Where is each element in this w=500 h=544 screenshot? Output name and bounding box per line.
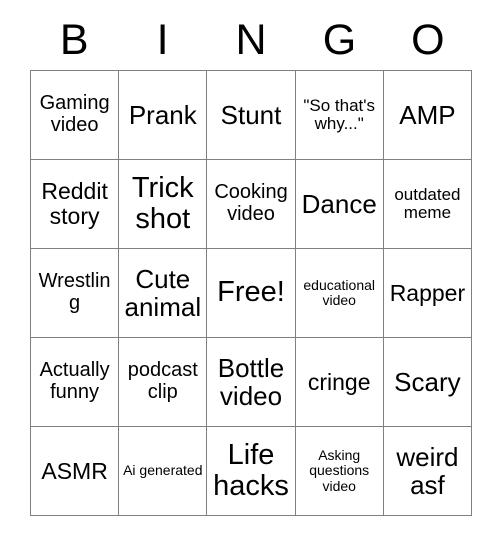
header-letter-text: I [156, 15, 169, 64]
bingo-cell-label: Reddit story [41, 178, 108, 229]
bingo-cell-label: "So that's why..." [303, 95, 376, 133]
bingo-cell-label: educational video [303, 276, 376, 308]
bingo-cell[interactable]: Gaming video [31, 71, 120, 160]
bingo-cell[interactable]: Scary [383, 338, 473, 427]
header-letter-text: O [411, 15, 445, 64]
bingo-cell[interactable]: Trick shot [119, 160, 208, 249]
bingo-cell[interactable]: Bottle video [207, 338, 296, 427]
bingo-cell-label: Wrestling [38, 270, 111, 314]
bingo-row: Actually funny podcast clip Bottle video… [31, 338, 473, 427]
bingo-cell-label: podcast clip [127, 359, 198, 403]
bingo-cell[interactable]: "So that's why..." [295, 71, 384, 160]
bingo-cell-label: Trick shot [131, 171, 194, 235]
bingo-cell-label: Rapper [389, 279, 466, 306]
bingo-cell[interactable]: Ai generated [119, 427, 208, 516]
bingo-cell-label: Scary [394, 366, 461, 397]
bingo-cell[interactable]: educational video [295, 249, 384, 338]
bingo-row: ASMR Ai generated Life hacks Asking ques… [31, 427, 473, 516]
bingo-cell-label: Cute animal [124, 263, 202, 322]
bingo-cell-label: Stunt [220, 99, 282, 130]
bingo-header-letter-b: B [30, 10, 118, 70]
bingo-cell[interactable]: AMP [383, 71, 473, 160]
bingo-cell-label: Prank [128, 99, 197, 130]
bingo-cell[interactable]: Actually funny [31, 338, 120, 427]
bingo-cell-label: weird asf [396, 441, 459, 500]
bingo-cell[interactable]: Cute animal [119, 249, 208, 338]
bingo-cell[interactable]: ASMR [31, 427, 120, 516]
bingo-cell-label: Asking questions video [309, 447, 370, 494]
bingo-cell[interactable]: outdated meme [383, 160, 473, 249]
bingo-cell-label: Dance [301, 188, 377, 219]
bingo-cell[interactable]: Cooking video [207, 160, 296, 249]
bingo-cell-label: outdated meme [394, 184, 461, 222]
bingo-cell[interactable]: weird asf [383, 427, 473, 516]
header-letter-text: G [322, 15, 357, 64]
bingo-cell[interactable]: Rapper [383, 249, 473, 338]
bingo-cell-label: Cooking video [214, 181, 288, 225]
bingo-cell[interactable]: Stunt [207, 71, 296, 160]
bingo-cell-label: Life hacks [213, 438, 289, 502]
bingo-cell[interactable]: Prank [119, 71, 208, 160]
bingo-cell-label: Gaming video [39, 92, 110, 136]
bingo-header-row: B I N G O [30, 10, 472, 70]
bingo-cell[interactable]: cringe [295, 338, 384, 427]
bingo-header-letter-i: I [118, 10, 206, 70]
bingo-cell[interactable]: Asking questions video [295, 427, 384, 516]
bingo-cell-label: ASMR [41, 457, 108, 484]
bingo-header-letter-o: O [384, 10, 472, 70]
bingo-row: Reddit story Trick shot Cooking video Da… [31, 160, 473, 249]
bingo-grid: Gaming video Prank Stunt "So that's why.… [30, 70, 473, 516]
bingo-cell[interactable]: Reddit story [31, 160, 120, 249]
bingo-header-letter-n: N [207, 10, 295, 70]
bingo-cell[interactable]: Dance [295, 160, 384, 249]
bingo-row: Gaming video Prank Stunt "So that's why.… [31, 71, 473, 160]
bingo-cell-label: Ai generated [123, 462, 203, 479]
bingo-header-letter-g: G [295, 10, 383, 70]
bingo-card: B I N G O Gaming video Prank Stunt "So t… [30, 10, 473, 516]
bingo-cell[interactable]: podcast clip [119, 338, 208, 427]
bingo-cell[interactable]: Life hacks [207, 427, 296, 516]
bingo-free-cell[interactable]: Free! [207, 249, 296, 338]
bingo-cell-label: Free! [217, 276, 285, 309]
bingo-cell-label: Actually funny [39, 359, 110, 403]
header-letter-text: N [235, 15, 267, 64]
bingo-cell-label: cringe [307, 368, 371, 395]
bingo-cell[interactable]: Wrestling [31, 249, 120, 338]
bingo-row: Wrestling Cute animal Free! educational … [31, 249, 473, 338]
bingo-cell-label: Bottle video [217, 352, 285, 411]
bingo-cell-label: AMP [399, 99, 456, 130]
header-letter-text: B [59, 15, 89, 64]
